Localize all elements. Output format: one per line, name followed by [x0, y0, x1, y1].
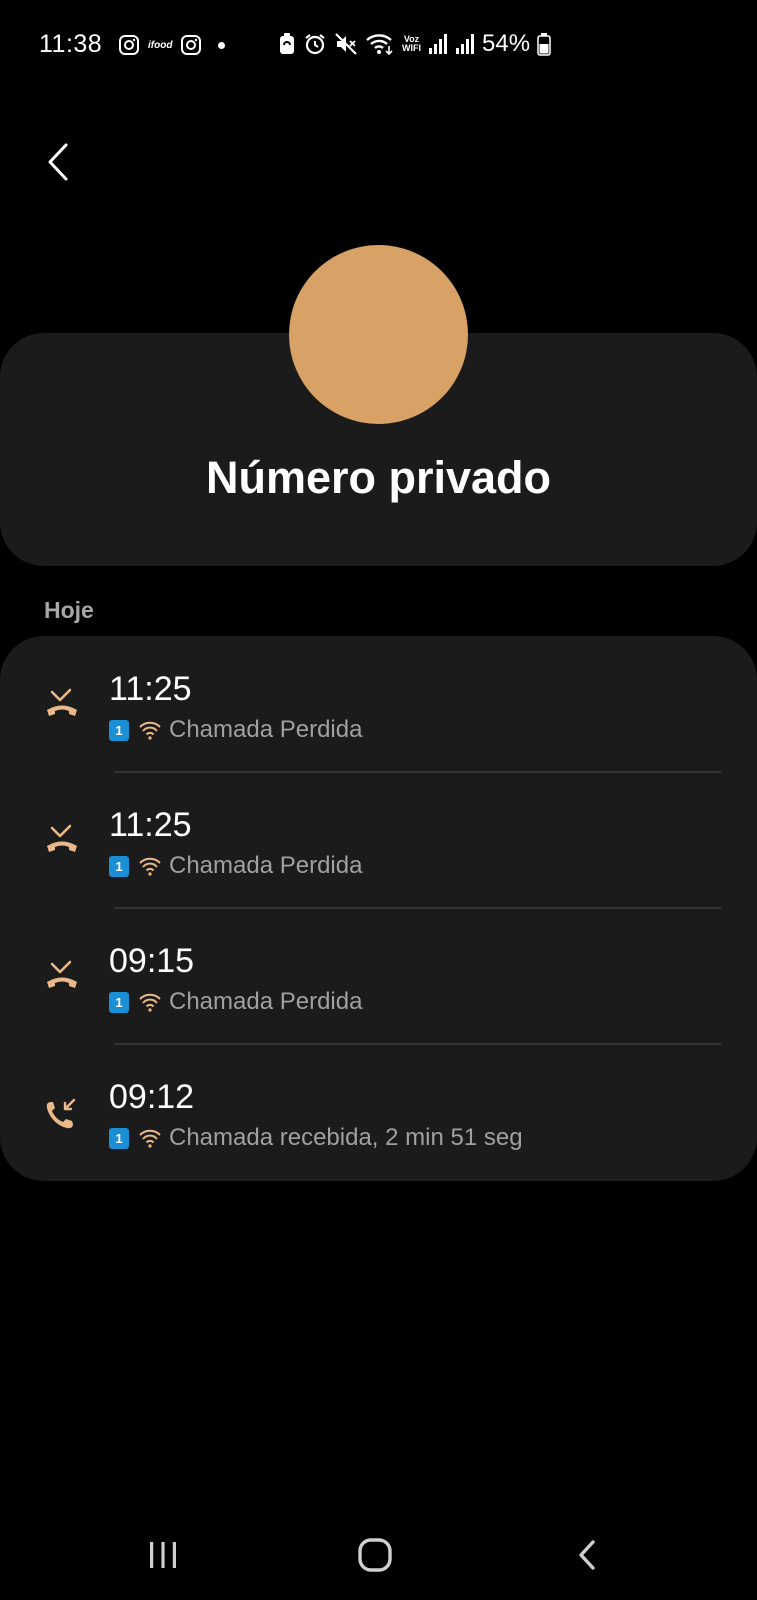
- wifi-icon: [365, 32, 395, 56]
- notification-icons: ifood: [118, 32, 226, 58]
- status-bar: 11:38 ifood Voz WIFI 54%: [0, 0, 757, 90]
- call-description: Chamada Perdida: [169, 852, 363, 879]
- battery-icon: [537, 32, 551, 56]
- system-navigation-bar: [0, 1520, 757, 1590]
- ifood-icon: ifood: [148, 39, 173, 51]
- section-label-today: Hoje: [44, 597, 94, 623]
- call-description: Chamada Perdida: [169, 988, 363, 1015]
- missed-call-icon: [44, 960, 80, 996]
- status-time: 11:38: [39, 30, 103, 58]
- recent-apps-icon: [150, 1542, 176, 1568]
- missed-call-icon: [44, 824, 80, 860]
- instagram-icon: [118, 34, 140, 56]
- call-log-item[interactable]: 11:25 1 Chamada Perdida: [0, 772, 757, 908]
- alarm-icon: [303, 32, 327, 56]
- sim-badge: 1: [109, 991, 129, 1013]
- signal-icon: [428, 33, 448, 55]
- call-meta: 1 Chamada Perdida: [109, 988, 362, 1016]
- call-time: 09:12: [109, 1078, 195, 1116]
- call-description: Chamada recebida, 2 min 51 seg: [169, 1124, 523, 1151]
- call-log-item[interactable]: 09:12 1 Chamada recebida, 2 min 51 seg: [0, 1044, 757, 1180]
- wifi-calling-icon: [138, 1127, 164, 1149]
- call-time: 11:25: [109, 670, 192, 708]
- back-arrow-icon: [48, 143, 68, 181]
- back-button[interactable]: [38, 140, 78, 184]
- battery-percent: 54%: [482, 30, 531, 57]
- avatar[interactable]: [289, 245, 468, 424]
- wifi-calling-icon: [138, 719, 164, 741]
- call-time: 11:25: [109, 806, 192, 844]
- system-icons: Voz WIFI 54%: [278, 30, 551, 58]
- sim-badge: 1: [109, 855, 129, 877]
- wifi-calling-icon: [138, 855, 164, 877]
- call-time: 09:15: [109, 942, 195, 980]
- wifi-label: WIFI: [402, 43, 421, 53]
- instagram-icon: [180, 34, 202, 56]
- nav-back-button[interactable]: [562, 1530, 612, 1580]
- battery-saver-icon: [278, 32, 296, 56]
- call-history-list: 11:25 1 Chamada Perdida 11:25 1 Chamada …: [0, 636, 757, 1181]
- mute-icon: [334, 32, 358, 56]
- call-meta: 1 Chamada Perdida: [109, 716, 362, 744]
- home-button[interactable]: [350, 1530, 400, 1580]
- voz-wifi-icon: Voz WIFI: [402, 35, 421, 53]
- recent-apps-button[interactable]: [138, 1530, 188, 1580]
- missed-call-icon: [44, 688, 80, 724]
- call-meta: 1 Chamada recebida, 2 min 51 seg: [109, 1124, 523, 1152]
- call-description: Chamada Perdida: [169, 716, 363, 743]
- incoming-call-icon: [44, 1096, 80, 1132]
- sim-badge: 1: [109, 719, 129, 741]
- home-icon: [358, 1538, 392, 1572]
- back-icon: [579, 1540, 595, 1570]
- call-log-item[interactable]: 11:25 1 Chamada Perdida: [0, 636, 757, 772]
- call-meta: 1 Chamada Perdida: [109, 852, 362, 880]
- sim-badge: 1: [109, 1127, 129, 1149]
- signal-icon: [455, 33, 475, 55]
- contact-name: Número privado: [205, 452, 552, 503]
- wifi-calling-icon: [138, 991, 164, 1013]
- call-log-item[interactable]: 09:15 1 Chamada Perdida: [0, 908, 757, 1044]
- more-notifications-dot-icon: [218, 41, 226, 49]
